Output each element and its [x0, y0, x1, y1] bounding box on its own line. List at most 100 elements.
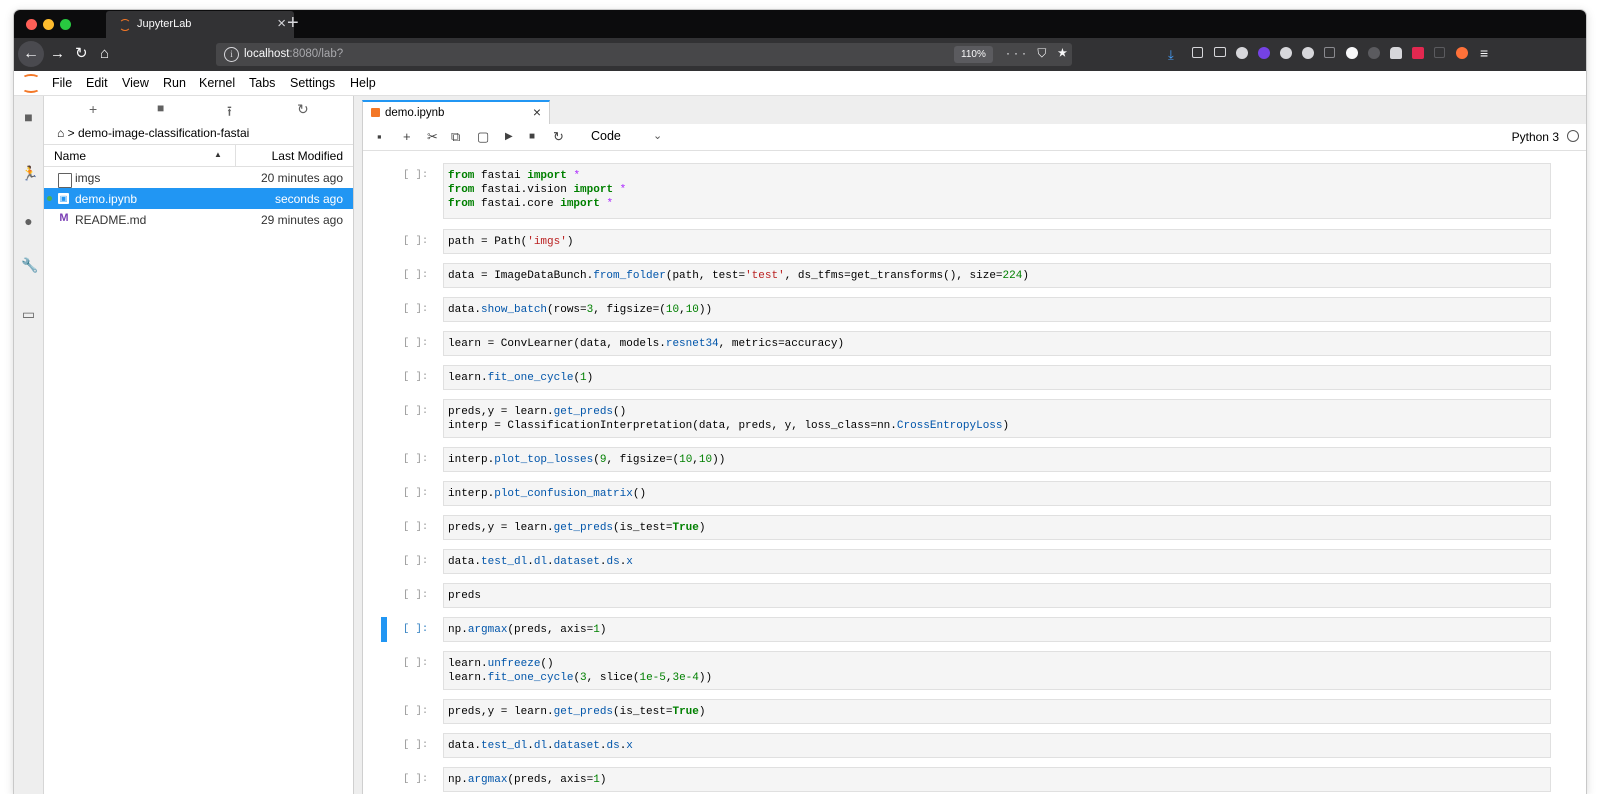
- wrench-icon[interactable]: 🔧: [21, 258, 38, 273]
- code-cell[interactable]: [ ]: interp.plot_top_losses(9, figsize=(…: [381, 447, 1551, 472]
- chevron-down-icon[interactable]: ⌄: [653, 129, 662, 142]
- save-icon[interactable]: ▪: [377, 129, 382, 144]
- cell-editor[interactable]: np.argmax(preds, axis=1): [443, 767, 1551, 792]
- cell-editor[interactable]: preds,y = learn.get_preds(is_test=True): [443, 699, 1551, 724]
- extension-evernote-icon[interactable]: [1280, 47, 1292, 59]
- zoom-level-button[interactable]: 110%: [954, 46, 993, 63]
- cell-editor[interactable]: data = ImageDataBunch.from_folder(path, …: [443, 263, 1551, 288]
- kernel-name[interactable]: Python 3: [1512, 130, 1559, 144]
- library-icon[interactable]: [1192, 47, 1203, 58]
- menu-kernel[interactable]: Kernel: [199, 76, 235, 90]
- code-cell[interactable]: [ ]: preds,y = learn.get_preds(is_test=T…: [381, 515, 1551, 540]
- menu-tabs[interactable]: Tabs: [249, 76, 275, 90]
- notebook-tab-close-button[interactable]: ×: [533, 104, 541, 120]
- run-icon[interactable]: ▶: [505, 131, 513, 142]
- stop-icon[interactable]: ■: [529, 131, 535, 142]
- file-row-demo-ipynb[interactable]: ▣ demo.ipynb seconds ago: [44, 188, 353, 209]
- insert-cell-icon[interactable]: +: [403, 129, 411, 144]
- cell-type-select[interactable]: Code: [591, 129, 621, 143]
- running-icon[interactable]: 🏃: [21, 166, 38, 181]
- extension-crop-icon[interactable]: [1324, 47, 1335, 58]
- cell-editor[interactable]: data.test_dl.dl.dataset.ds.x: [443, 733, 1551, 758]
- extension-orange-icon[interactable]: [1456, 47, 1468, 59]
- new-launcher-icon[interactable]: +: [89, 101, 97, 117]
- cell-editor[interactable]: from fastai import * from fastai.vision …: [443, 163, 1551, 219]
- code-cell[interactable]: [ ]: preds,y = learn.get_preds(is_test=T…: [381, 699, 1551, 724]
- extension-abp-icon[interactable]: [1412, 47, 1424, 59]
- paste-icon[interactable]: ▢: [477, 129, 489, 145]
- code-cell[interactable]: [ ]: preds,y = learn.get_preds() interp …: [381, 399, 1551, 438]
- home-folder-icon[interactable]: ⌂: [57, 126, 64, 140]
- back-icon[interactable]: ←: [18, 41, 44, 67]
- site-info-icon[interactable]: i: [224, 47, 239, 62]
- cell-editor[interactable]: np.argmax(preds, axis=1): [443, 617, 1551, 642]
- menu-file[interactable]: File: [52, 76, 72, 90]
- code-cell[interactable]: [ ]: data.test_dl.dl.dataset.ds.x: [381, 733, 1551, 758]
- reload-icon[interactable]: ↻: [75, 45, 88, 63]
- new-tab-button[interactable]: +: [287, 12, 299, 35]
- notebook-tab[interactable]: demo.ipynb ×: [362, 100, 550, 125]
- column-name-header[interactable]: Name: [54, 149, 86, 163]
- extension-grey-icon[interactable]: [1368, 47, 1380, 59]
- palette-icon[interactable]: ●: [21, 214, 36, 229]
- code-cell[interactable]: [ ]: learn = ConvLearner(data, models.re…: [381, 331, 1551, 356]
- browser-tab-close-button[interactable]: ×: [277, 15, 286, 32]
- url-text[interactable]: localhost:8080/lab?: [244, 48, 343, 60]
- refresh-icon[interactable]: ↻: [297, 101, 309, 118]
- cell-editor[interactable]: learn.unfreeze() learn.fit_one_cycle(3, …: [443, 651, 1551, 690]
- file-row-readme[interactable]: M README.md 29 minutes ago: [44, 209, 353, 230]
- hamburger-menu-icon[interactable]: ≡: [1480, 45, 1492, 61]
- copy-icon[interactable]: ⧉: [451, 129, 460, 145]
- breadcrumb-folder[interactable]: demo-image-classification-fastai: [78, 126, 249, 140]
- upload-icon[interactable]: ⭱: [227, 101, 232, 125]
- forward-icon[interactable]: →: [50, 45, 65, 63]
- code-cell[interactable]: [ ]: data.test_dl.dl.dataset.ds.x: [381, 549, 1551, 574]
- cut-icon[interactable]: ✂: [427, 129, 438, 145]
- cell-editor[interactable]: preds,y = learn.get_preds() interp = Cla…: [443, 399, 1551, 438]
- cell-editor[interactable]: path = Path('imgs'): [443, 229, 1551, 254]
- new-folder-icon[interactable]: ■: [157, 101, 164, 115]
- browser-tab-jupyterlab[interactable]: JupyterLab ×: [106, 11, 294, 38]
- url-bar[interactable]: i localhost:8080/lab? 110% ··· ⛉ ★: [216, 43, 1072, 66]
- code-cell[interactable]: [ ]: data.show_batch(rows=3, figsize=(10…: [381, 297, 1551, 322]
- cell-editor[interactable]: data.show_batch(rows=3, figsize=(10,10)): [443, 297, 1551, 322]
- maximize-window-button[interactable]: [60, 19, 71, 30]
- menu-help[interactable]: Help: [350, 76, 376, 90]
- column-modified-header[interactable]: Last Modified: [272, 149, 343, 163]
- cell-editor[interactable]: data.test_dl.dl.dataset.ds.x: [443, 549, 1551, 574]
- minimize-window-button[interactable]: [43, 19, 54, 30]
- close-window-button[interactable]: [26, 19, 37, 30]
- file-row-imgs[interactable]: imgs 20 minutes ago: [44, 167, 353, 188]
- breadcrumb[interactable]: ⌂ > demo-image-classification-fastai: [57, 126, 249, 140]
- downloads-icon[interactable]: ⤓: [1168, 47, 1180, 62]
- cell-editor[interactable]: preds: [443, 583, 1551, 608]
- extension-purple-icon[interactable]: [1258, 47, 1270, 59]
- folder-icon[interactable]: ■: [21, 110, 36, 125]
- cell-editor[interactable]: preds,y = learn.get_preds(is_test=True): [443, 515, 1551, 540]
- code-cell[interactable]: [ ]: interp.plot_confusion_matrix(): [381, 481, 1551, 506]
- extension-info-icon[interactable]: [1346, 47, 1358, 59]
- code-cell[interactable]: [ ]: data = ImageDataBunch.from_folder(p…: [381, 263, 1551, 288]
- extension-box-icon[interactable]: [1434, 47, 1445, 58]
- extension-pdf-icon[interactable]: [1302, 47, 1314, 59]
- cell-editor[interactable]: learn.fit_one_cycle(1): [443, 365, 1551, 390]
- cell-editor[interactable]: interp.plot_top_losses(9, figsize=(10,10…: [443, 447, 1551, 472]
- code-cell[interactable]: [ ]: from fastai import * from fastai.vi…: [381, 163, 1551, 219]
- page-actions-icons[interactable]: ··· ⛉ ★: [1006, 46, 1071, 61]
- sidebar-icon[interactable]: [1214, 47, 1226, 57]
- code-cell[interactable]: [ ]: learn.fit_one_cycle(1): [381, 365, 1551, 390]
- cell-editor[interactable]: interp.plot_confusion_matrix(): [443, 481, 1551, 506]
- extension-w-icon[interactable]: [1236, 47, 1248, 59]
- code-cell-active[interactable]: [ ]: np.argmax(preds, axis=1): [381, 617, 1551, 642]
- extension-incognito-icon[interactable]: [1390, 47, 1402, 59]
- cell-editor[interactable]: learn = ConvLearner(data, models.resnet3…: [443, 331, 1551, 356]
- menu-settings[interactable]: Settings: [290, 76, 335, 90]
- code-cell[interactable]: [ ]: learn.unfreeze() learn.fit_one_cycl…: [381, 651, 1551, 690]
- menu-view[interactable]: View: [122, 76, 149, 90]
- restart-icon[interactable]: ↻: [553, 129, 564, 145]
- code-cell[interactable]: [ ]: path = Path('imgs'): [381, 229, 1551, 254]
- home-icon[interactable]: ⌂: [100, 45, 109, 63]
- menu-edit[interactable]: Edit: [86, 76, 108, 90]
- code-cell[interactable]: [ ]: preds: [381, 583, 1551, 608]
- menu-run[interactable]: Run: [163, 76, 186, 90]
